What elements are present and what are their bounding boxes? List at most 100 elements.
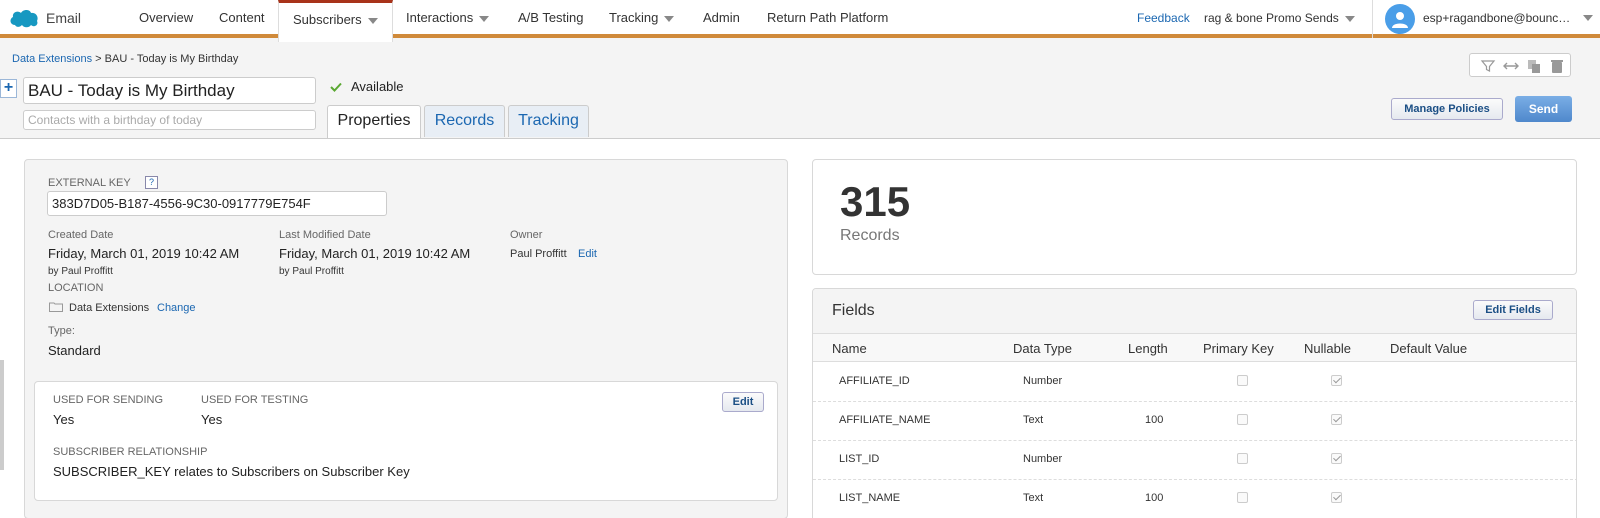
- nav-overview[interactable]: Overview: [139, 0, 193, 38]
- table-row[interactable]: AFFILIATE_NAME Text 100: [813, 402, 1576, 441]
- properties-panel: EXTERNAL KEY ? Created Date Friday, Marc…: [24, 159, 788, 518]
- expand-plus-icon[interactable]: +: [0, 79, 17, 98]
- field-length: 100: [1145, 414, 1164, 426]
- feedback-link[interactable]: Feedback: [1137, 11, 1190, 25]
- breadcrumb: Data Extensions > BAU - Today is My Birt…: [12, 53, 238, 65]
- fields-header: Fields Edit Fields: [813, 289, 1576, 334]
- created-date-label: Created Date: [48, 229, 114, 241]
- primary-key-checkbox: [1237, 375, 1248, 386]
- nav-tracking[interactable]: Tracking: [609, 0, 675, 38]
- user-email: esp+ragandbone@bounceexchange.com: [1423, 11, 1573, 25]
- breadcrumb-current: BAU - Today is My Birthday: [104, 53, 239, 65]
- nav-subscribers-label: Subscribers: [293, 12, 362, 27]
- top-navigation: Email Overview Content Subscribers Inter…: [0, 0, 1600, 42]
- nav-content[interactable]: Content: [219, 0, 265, 38]
- used-for-sending-value: Yes: [53, 412, 75, 427]
- field-type: Text: [1023, 414, 1044, 426]
- field-name: AFFILIATE_ID: [839, 375, 910, 387]
- location-label: LOCATION: [48, 282, 104, 294]
- breadcrumb-data-extensions[interactable]: Data Extensions: [12, 53, 92, 65]
- filter-icon[interactable]: [1480, 58, 1496, 74]
- nullable-checkbox: [1331, 414, 1342, 425]
- folder-icon: [49, 302, 63, 312]
- copy-icon[interactable]: [1526, 58, 1542, 74]
- description-input[interactable]: [23, 110, 316, 130]
- nullable-checkbox: [1331, 453, 1342, 464]
- owner-edit-link[interactable]: Edit: [578, 248, 597, 260]
- field-type: Number: [1023, 375, 1063, 387]
- chevron-down-icon: [1344, 15, 1355, 22]
- usage-edit-button[interactable]: Edit: [722, 392, 764, 412]
- checkmark-icon: [330, 82, 342, 92]
- modified-by: by Paul Proffitt: [279, 266, 344, 277]
- tab-properties[interactable]: Properties: [327, 105, 421, 138]
- owner-label: Owner: [510, 229, 543, 241]
- location-change-link[interactable]: Change: [157, 302, 196, 314]
- nav-return-path[interactable]: Return Path Platform: [767, 0, 888, 38]
- subscriber-relationship-label: SUBSCRIBER RELATIONSHIP: [53, 446, 208, 458]
- owner-value: Paul Proffitt: [510, 248, 567, 260]
- field-name: LIST_ID: [839, 453, 880, 465]
- primary-key-checkbox: [1237, 492, 1248, 503]
- external-key-field[interactable]: [47, 191, 387, 216]
- nav-subscribers[interactable]: Subscribers: [278, 0, 393, 42]
- business-unit-label: rag & bone Promo Sends: [1204, 11, 1339, 25]
- field-type: Text: [1023, 492, 1044, 504]
- primary-key-checkbox: [1237, 453, 1248, 464]
- field-length: 100: [1145, 492, 1164, 504]
- data-extension-name-input[interactable]: [23, 77, 316, 104]
- modified-date-label: Last Modified Date: [279, 229, 371, 241]
- left-scrollbar[interactable]: [0, 360, 4, 470]
- nullable-checkbox: [1331, 492, 1342, 503]
- nav-admin[interactable]: Admin: [703, 0, 740, 38]
- col-data-type[interactable]: Data Type: [1013, 341, 1072, 356]
- fields-column-headers: Name Data Type Length Primary Key Nullab…: [813, 334, 1576, 362]
- type-label: Type:: [48, 325, 75, 337]
- col-length[interactable]: Length: [1128, 341, 1168, 356]
- chevron-down-icon: [479, 15, 490, 22]
- col-default-value[interactable]: Default Value: [1390, 341, 1467, 356]
- primary-key-checkbox: [1237, 414, 1248, 425]
- user-icon: [1392, 12, 1408, 28]
- help-icon[interactable]: ?: [145, 176, 158, 189]
- move-icon[interactable]: [1503, 58, 1519, 74]
- used-for-testing-label: USED FOR TESTING: [201, 394, 309, 406]
- type-value: Standard: [48, 343, 101, 358]
- table-row[interactable]: LIST_NAME Text 100: [813, 480, 1576, 518]
- usage-box: USED FOR SENDING Yes USED FOR TESTING Ye…: [34, 381, 778, 501]
- chevron-down-icon: [367, 17, 378, 24]
- col-primary-key[interactable]: Primary Key: [1203, 341, 1274, 356]
- field-name: AFFILIATE_NAME: [839, 414, 931, 426]
- nav-interactions-label: Interactions: [406, 10, 474, 25]
- business-unit-switcher[interactable]: rag & bone Promo Sends: [1204, 11, 1355, 25]
- nav-interactions[interactable]: Interactions: [406, 0, 490, 38]
- records-count-panel: 315 Records: [812, 159, 1577, 275]
- send-button[interactable]: Send: [1515, 96, 1572, 122]
- app-name[interactable]: Email: [46, 10, 81, 26]
- edit-fields-button[interactable]: Edit Fields: [1473, 300, 1553, 320]
- records-count: 315: [840, 178, 911, 225]
- trash-icon[interactable]: [1549, 58, 1565, 74]
- status-label: Available: [351, 79, 404, 94]
- created-by: by Paul Proffitt: [48, 266, 113, 277]
- chevron-down-icon: [664, 15, 675, 22]
- col-name[interactable]: Name: [832, 341, 867, 356]
- user-menu[interactable]: esp+ragandbone@bounceexchange.com: [1372, 0, 1600, 38]
- used-for-testing-value: Yes: [201, 412, 223, 427]
- subscriber-relationship-value: SUBSCRIBER_KEY relates to Subscribers on…: [53, 464, 410, 479]
- field-name: LIST_NAME: [839, 492, 901, 504]
- manage-policies-button[interactable]: Manage Policies: [1391, 98, 1503, 120]
- fields-title: Fields: [832, 302, 875, 319]
- used-for-sending-label: USED FOR SENDING: [53, 394, 164, 406]
- location-value: Data Extensions: [69, 302, 150, 314]
- salesforce-cloud-logo[interactable]: [8, 7, 40, 29]
- col-nullable[interactable]: Nullable: [1304, 341, 1351, 356]
- tab-records[interactable]: Records: [424, 105, 505, 137]
- nav-ab-testing[interactable]: A/B Testing: [518, 0, 584, 38]
- action-toolbar: [1469, 53, 1571, 77]
- table-row[interactable]: LIST_ID Number: [813, 441, 1576, 480]
- chevron-down-icon: [1583, 15, 1593, 21]
- table-row[interactable]: AFFILIATE_ID Number: [813, 363, 1576, 402]
- tab-tracking[interactable]: Tracking: [508, 105, 589, 137]
- nav-tracking-label: Tracking: [609, 10, 659, 25]
